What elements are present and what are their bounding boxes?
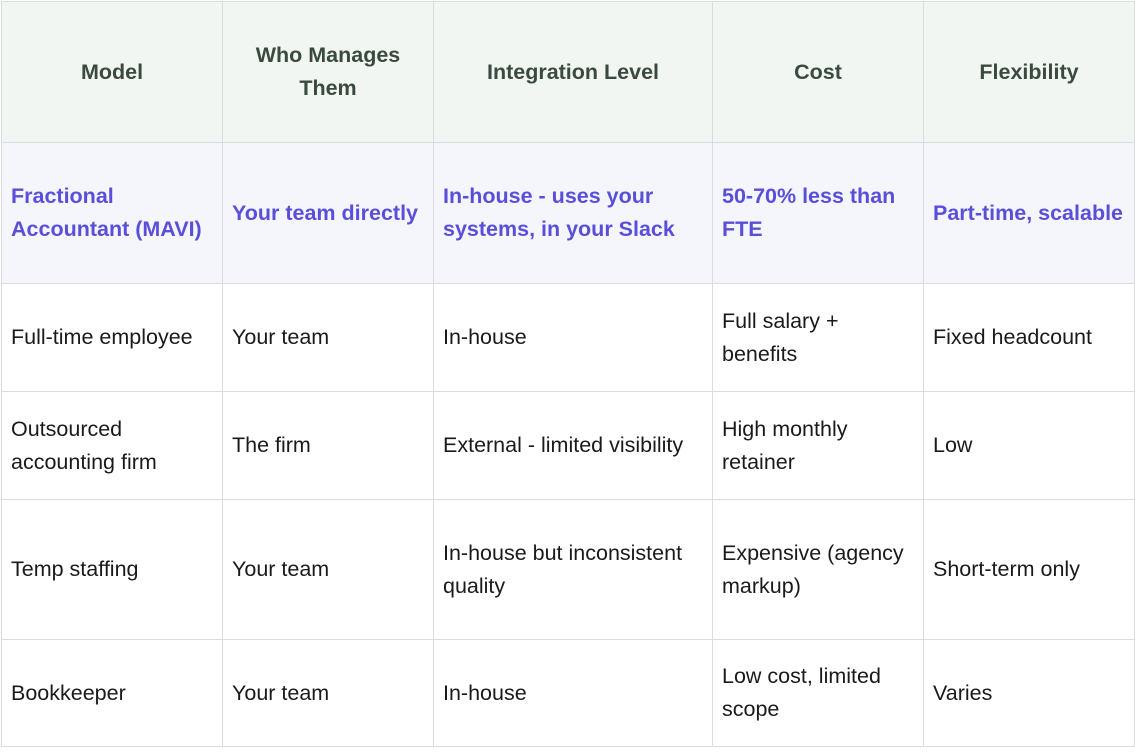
table-cell-integration: In-house bbox=[433, 283, 713, 392]
table-cell-flexibility: Varies bbox=[923, 639, 1135, 747]
header-row: Model Who Manages Them Integration Level… bbox=[1, 1, 1135, 143]
featured-cell-who-manages: Your team directly bbox=[222, 142, 434, 284]
table-cell-who-manages: The firm bbox=[222, 391, 434, 500]
table-cell-model: Full-time employee bbox=[1, 283, 223, 392]
table-row: Full-time employee Your team In-house Fu… bbox=[1, 283, 1135, 392]
featured-cell-cost: 50-70% less than FTE bbox=[712, 142, 924, 284]
featured-cell-integration: In-house - uses your systems, in your Sl… bbox=[433, 142, 713, 284]
header-cost: Cost bbox=[712, 1, 924, 143]
table-cell-cost: Low cost, limited scope bbox=[712, 639, 924, 747]
table-cell-cost: Full salary + benefits bbox=[712, 283, 924, 392]
table-cell-model: Bookkeeper bbox=[1, 639, 223, 747]
table-row: Bookkeeper Your team In-house Low cost, … bbox=[1, 639, 1135, 747]
table-cell-who-manages: Your team bbox=[222, 499, 434, 640]
table-cell-who-manages: Your team bbox=[222, 639, 434, 747]
featured-row: Fractional Accountant (MAVI) Your team d… bbox=[1, 142, 1135, 284]
table-cell-integration: External - limited visibility bbox=[433, 391, 713, 500]
table-cell-integration: In-house bbox=[433, 639, 713, 747]
table-row: Temp staffing Your team In-house but inc… bbox=[1, 499, 1135, 640]
header-model: Model bbox=[1, 1, 223, 143]
featured-cell-flexibility: Part-time, scalable bbox=[923, 142, 1135, 284]
header-who-manages: Who Manages Them bbox=[222, 1, 434, 143]
table-cell-flexibility: Fixed headcount bbox=[923, 283, 1135, 392]
table-cell-flexibility: Short-term only bbox=[923, 499, 1135, 640]
table-cell-cost: High monthly retainer bbox=[712, 391, 924, 500]
table-row: Outsourced accounting firm The firm Exte… bbox=[1, 391, 1135, 500]
comparison-table: Model Who Manages Them Integration Level… bbox=[1, 1, 1135, 747]
table-cell-flexibility: Low bbox=[923, 391, 1135, 500]
table-cell-cost: Expensive (agency markup) bbox=[712, 499, 924, 640]
featured-cell-model: Fractional Accountant (MAVI) bbox=[1, 142, 223, 284]
header-integration-level: Integration Level bbox=[433, 1, 713, 143]
header-flexibility: Flexibility bbox=[923, 1, 1135, 143]
table-cell-who-manages: Your team bbox=[222, 283, 434, 392]
table-cell-model: Temp staffing bbox=[1, 499, 223, 640]
table-cell-model: Outsourced accounting firm bbox=[1, 391, 223, 500]
table-cell-integration: In-house but inconsistent quality bbox=[433, 499, 713, 640]
